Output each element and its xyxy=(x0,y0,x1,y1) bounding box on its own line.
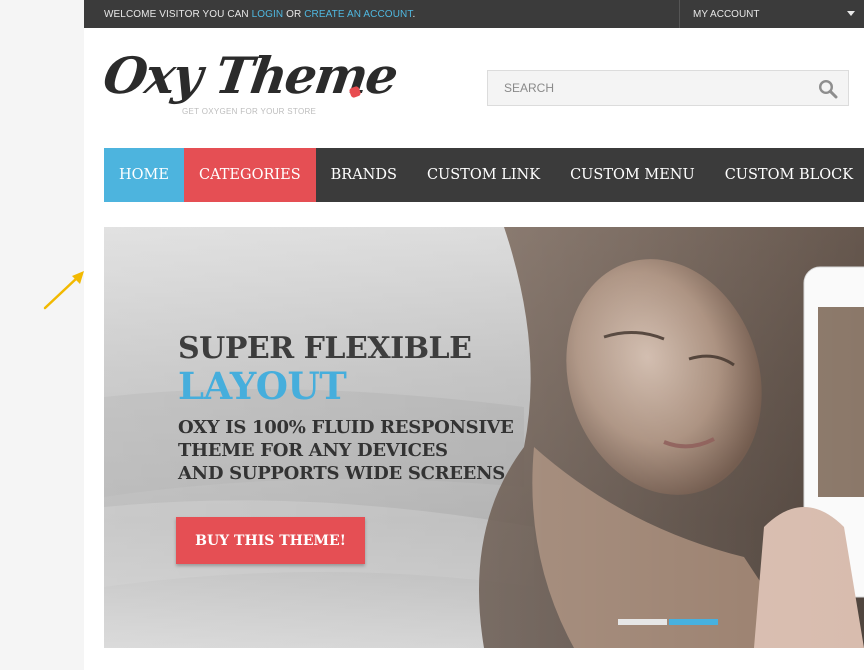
slide-headline: SUPER FLEXIBLE xyxy=(178,331,472,366)
slider-pagination xyxy=(618,619,718,625)
slide-caption: SUPER FLEXIBLE LAYOUT OXY IS 100% FLUID … xyxy=(178,332,514,485)
nav-item-home[interactable]: HOME xyxy=(104,148,184,202)
slide-body-line: OXY IS 100% FLUID RESPONSIVE xyxy=(178,417,514,438)
slider-dot-1[interactable] xyxy=(618,619,667,625)
nav-item-custom-block[interactable]: CUSTOM BLOCK xyxy=(710,148,864,202)
buy-theme-button[interactable]: BUY THIS THEME! xyxy=(176,517,365,564)
page-gutter xyxy=(0,0,85,670)
welcome-message: WELCOME VISITOR YOU CAN LOGIN OR CREATE … xyxy=(104,9,416,20)
my-account-dropdown[interactable]: MY ACCOUNT xyxy=(679,0,864,28)
my-account-label: MY ACCOUNT xyxy=(693,9,760,20)
nav-item-brands[interactable]: BRANDS xyxy=(316,148,412,202)
main-nav: HOME CATEGORIES BRANDS CUSTOM LINK CUSTO… xyxy=(104,148,864,202)
slide-body-line: AND SUPPORTS WIDE SCREENS xyxy=(178,463,505,484)
chevron-down-icon xyxy=(847,11,855,16)
store-page: WELCOME VISITOR YOU CAN LOGIN OR CREATE … xyxy=(84,0,864,670)
slide-headline-accent: LAYOUT xyxy=(178,364,347,408)
site-logo[interactable]: Oxy Theme GET OXYGEN FOR YOUR STORE xyxy=(100,46,400,122)
slide-body-line: THEME FOR ANY DEVICES xyxy=(178,440,448,461)
nav-item-custom-menu[interactable]: CUSTOM MENU xyxy=(555,148,710,202)
search-box xyxy=(487,70,849,106)
arrow-annotation-icon xyxy=(43,271,84,310)
top-bar: WELCOME VISITOR YOU CAN LOGIN OR CREATE … xyxy=(84,0,864,28)
create-account-link[interactable]: CREATE AN ACCOUNT xyxy=(304,9,412,20)
search-icon[interactable] xyxy=(818,79,838,99)
login-link[interactable]: LOGIN xyxy=(252,9,284,20)
nav-item-custom-link[interactable]: CUSTOM LINK xyxy=(412,148,555,202)
nav-item-categories[interactable]: CATEGORIES xyxy=(183,148,316,202)
slider-dot-2[interactable] xyxy=(669,619,718,625)
logo-tagline: GET OXYGEN FOR YOUR STORE xyxy=(182,107,317,116)
search-input[interactable] xyxy=(488,71,808,105)
hero-slider: SUPER FLEXIBLE LAYOUT OXY IS 100% FLUID … xyxy=(104,227,864,648)
